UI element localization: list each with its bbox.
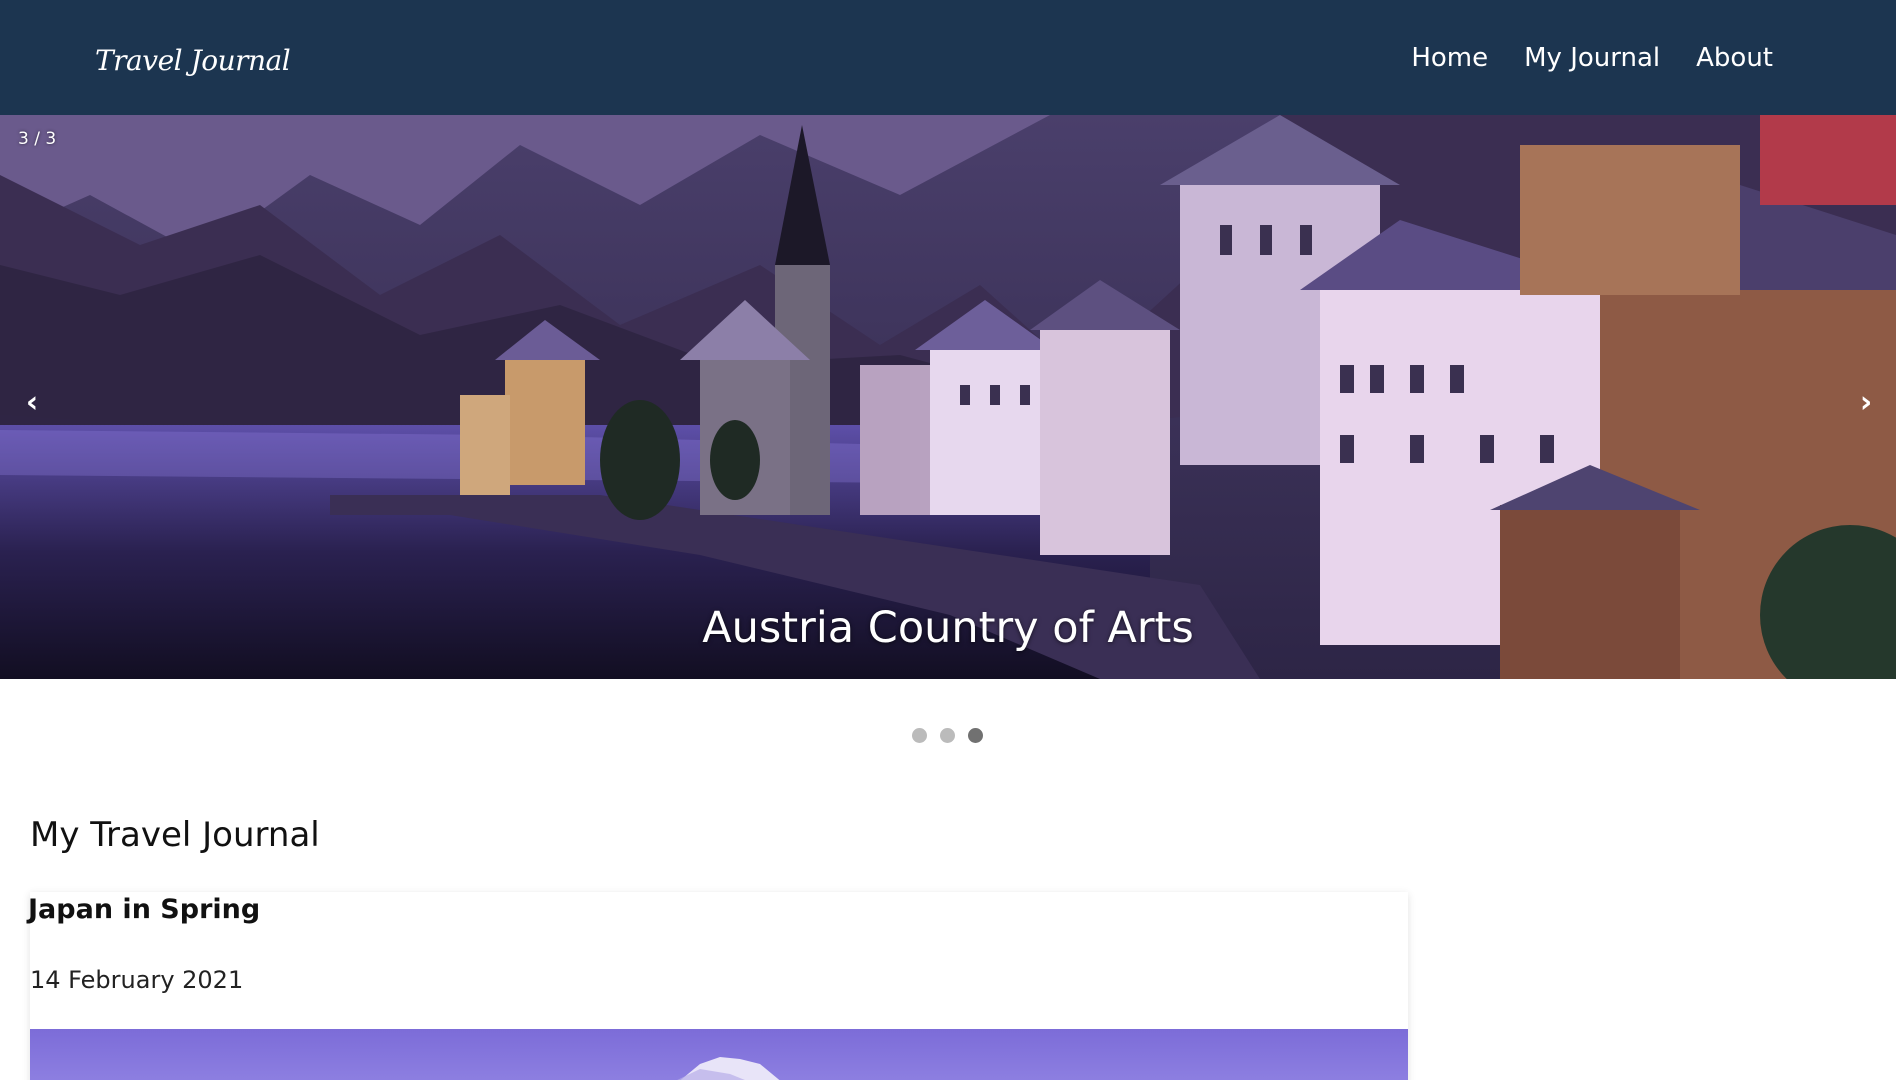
slide-dot-3[interactable] — [968, 728, 983, 743]
journal-entry-card[interactable]: Japan in Spring 14 February 2021 — [28, 892, 1408, 1080]
slide-dot-2[interactable] — [940, 728, 955, 743]
prev-slide-button[interactable]: ‹ — [14, 383, 50, 423]
brand-logo[interactable]: Travel Journal — [95, 44, 291, 77]
entry-image-mount-fuji — [30, 1029, 1408, 1080]
slide-image-hallstatt — [0, 115, 1896, 679]
nav-link-home[interactable]: Home — [1411, 43, 1488, 73]
slide-counter: 3 / 3 — [18, 129, 57, 149]
hero-slideshow: 3 / 3 Austria Country of Arts ‹ › — [0, 115, 1896, 679]
entry-title[interactable]: Japan in Spring — [28, 894, 260, 925]
next-slide-button[interactable]: › — [1848, 383, 1884, 423]
navbar: Travel Journal Home My Journal About — [0, 0, 1896, 115]
slide-caption: Austria Country of Arts — [702, 603, 1194, 653]
main-nav: Home My Journal About — [1411, 43, 1773, 73]
slide-dots — [912, 728, 983, 743]
mount-fuji-image — [30, 1029, 1408, 1080]
nav-link-about[interactable]: About — [1696, 43, 1773, 73]
nav-link-my-journal[interactable]: My Journal — [1524, 43, 1660, 73]
journal-heading: My Travel Journal — [30, 815, 320, 855]
slide-dot-1[interactable] — [912, 728, 927, 743]
entry-date: 14 February 2021 — [30, 966, 244, 994]
